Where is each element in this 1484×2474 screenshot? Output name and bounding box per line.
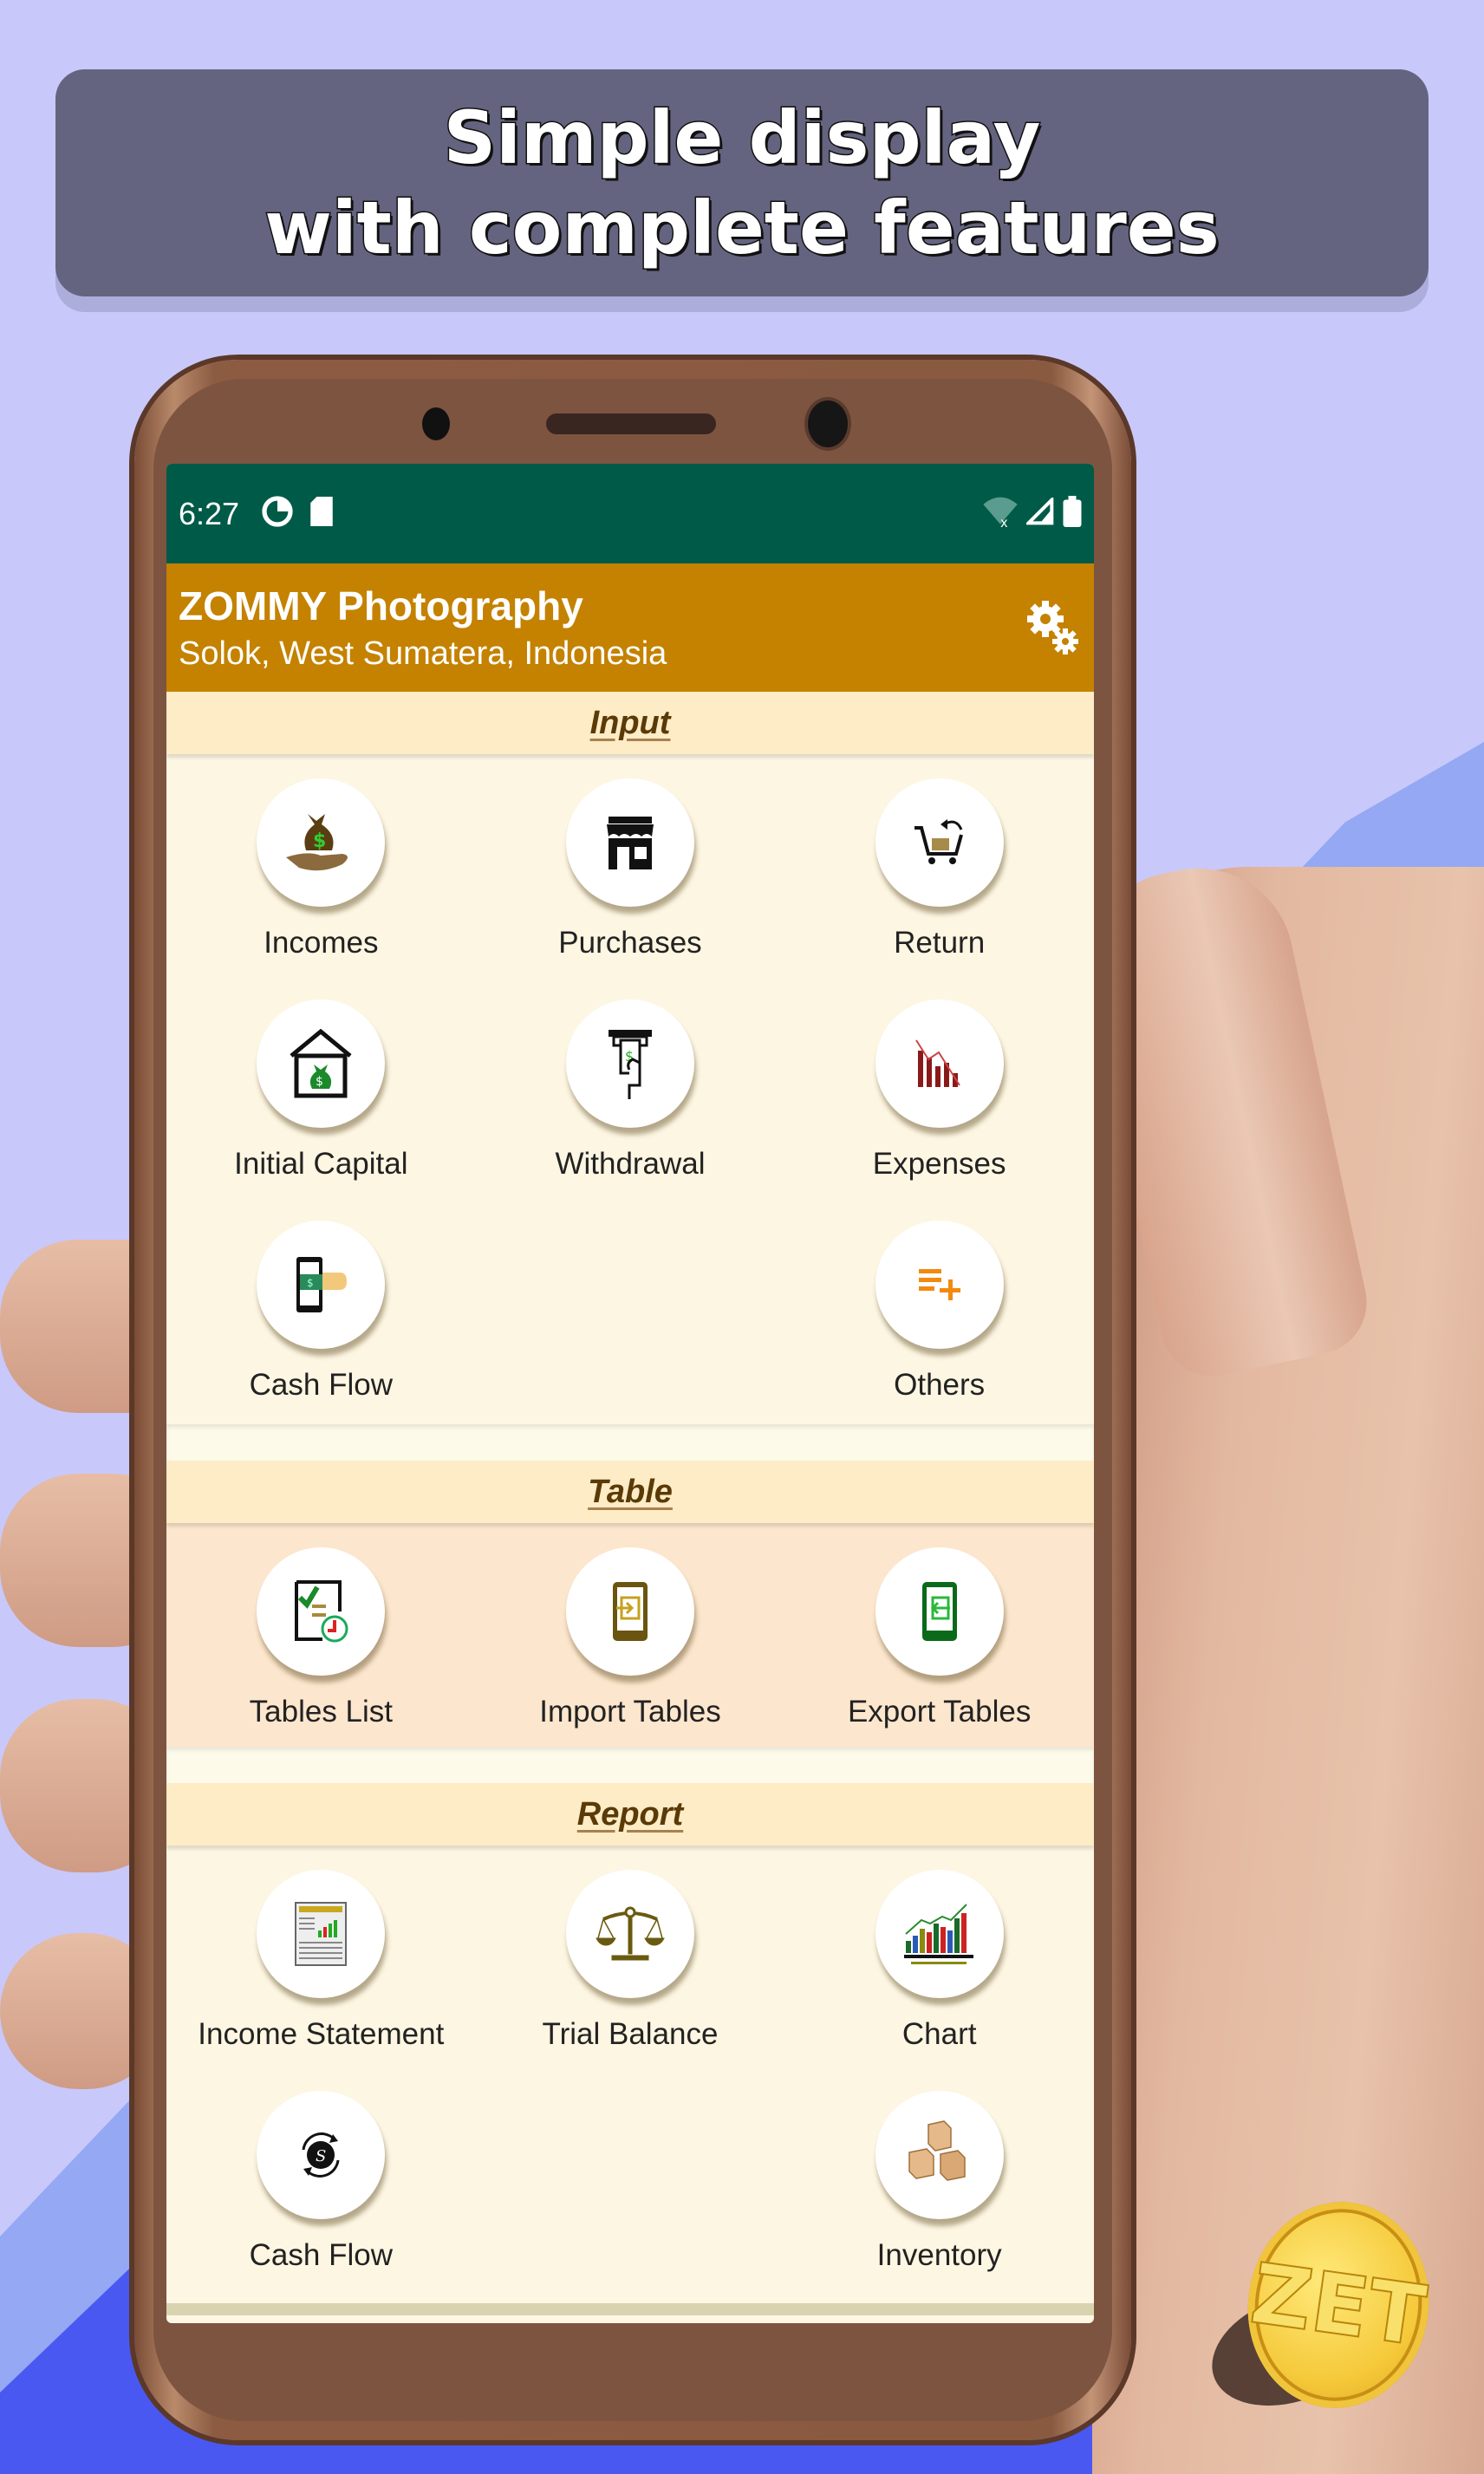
section-title-table: Table	[588, 1473, 673, 1510]
tile-label: Cash Flow	[249, 2238, 393, 2272]
report-document-icon	[257, 1870, 386, 1998]
tile-empty	[476, 2091, 785, 2312]
tile-label: Import Tables	[539, 1695, 721, 1729]
tile-chart[interactable]: Chart	[784, 1870, 1094, 2091]
sd-card-icon	[310, 497, 333, 531]
section-header-table: Table	[166, 1461, 1094, 1523]
tile-label: Inventory	[876, 2238, 1002, 2272]
tile-trial-balance[interactable]: Trial Balance	[476, 1870, 785, 2091]
tile-label: Purchases	[558, 926, 702, 960]
house-money-icon: $	[257, 999, 386, 1128]
table-grid: Tables List Import Tables Export Tables	[166, 1523, 1094, 1747]
app-bar: ZOMMY Photography Solok, West Sumatera, …	[166, 563, 1094, 692]
banner-line-1: Simple display	[442, 94, 1042, 182]
balance-scale-icon	[565, 1870, 694, 1998]
promo-banner: Simple display with complete features	[55, 69, 1429, 296]
tile-label: Incomes	[264, 926, 379, 960]
declining-chart-icon	[875, 999, 1004, 1128]
section-header-report: Report	[166, 1783, 1094, 1846]
wifi-off-icon: x	[983, 496, 1018, 531]
tile-income-statement[interactable]: Income Statement	[166, 1870, 476, 2091]
tile-withdrawal[interactable]: $ Withdrawal	[476, 999, 785, 1221]
tile-label: Tables List	[249, 1695, 394, 1729]
input-grid: $ Incomes Purchases Return $ Initial Cap…	[166, 754, 1094, 1424]
tile-others[interactable]: Others	[784, 1221, 1094, 1442]
svg-text:S: S	[316, 2147, 326, 2165]
front-camera	[808, 400, 848, 447]
phone-export-icon	[875, 1547, 1004, 1676]
earpiece-speaker	[546, 413, 716, 434]
tile-label: Return	[894, 926, 986, 960]
tile-inventory[interactable]: Inventory	[784, 2091, 1094, 2312]
tile-empty	[476, 1221, 785, 1442]
tile-label: Income Statement	[198, 2017, 445, 2051]
checklist-clock-icon	[257, 1547, 386, 1676]
business-location: Solok, West Sumatera, Indonesia	[179, 635, 667, 672]
phone-cash-icon: $	[257, 1221, 386, 1349]
boxes-icon	[875, 2091, 1004, 2219]
tile-export-tables[interactable]: Export Tables	[784, 1547, 1094, 1768]
proximity-sensor	[422, 407, 450, 440]
tile-return[interactable]: Return	[784, 778, 1094, 999]
tile-incomes[interactable]: $ Incomes	[166, 778, 476, 999]
svg-text:$: $	[316, 1075, 323, 1089]
cart-return-icon	[875, 778, 1004, 907]
data-saver-icon	[262, 496, 293, 531]
money-bag-hand-icon: $	[257, 778, 386, 907]
tile-cash-flow-report[interactable]: S Cash Flow	[166, 2091, 476, 2312]
tile-label: Expenses	[872, 1147, 1006, 1181]
battery-icon	[1063, 496, 1082, 531]
svg-text:x: x	[1000, 516, 1008, 527]
tile-expenses[interactable]: Expenses	[784, 999, 1094, 1221]
dollar-cycle-icon: S	[257, 2091, 386, 2219]
section-header-input: Input	[166, 692, 1094, 754]
store-icon	[565, 778, 694, 907]
svg-text:$: $	[313, 830, 326, 852]
status-right-icons: x	[983, 495, 1082, 531]
svg-text:$: $	[307, 1277, 314, 1289]
tile-label: Trial Balance	[542, 2017, 719, 2051]
tile-tables-list[interactable]: Tables List	[166, 1547, 476, 1768]
tile-initial-capital[interactable]: $ Initial Capital	[166, 999, 476, 1221]
coin-logo-text: ZET	[1245, 2244, 1432, 2367]
atm-withdrawal-icon: $	[565, 999, 694, 1128]
business-name: ZOMMY Photography	[179, 583, 583, 628]
report-grid: Income Statement Trial Balance Chart S C…	[166, 1846, 1094, 2303]
status-bar: 6:27 x	[166, 464, 1094, 563]
list-add-icon	[875, 1221, 1004, 1349]
gears-icon[interactable]	[1025, 596, 1080, 657]
tile-label: Withdrawal	[555, 1147, 706, 1181]
tile-label: Cash Flow	[249, 1368, 393, 1402]
tile-purchases[interactable]: Purchases	[476, 778, 785, 999]
tile-label: Chart	[901, 2017, 977, 2051]
bar-chart-icon	[875, 1870, 1004, 1998]
phone-import-icon	[565, 1547, 694, 1676]
section-title-input: Input	[589, 704, 671, 741]
phone-screen: 6:27 x ZOMMY Photography Solok, West Sum…	[166, 464, 1094, 2323]
tile-label: Initial Capital	[234, 1147, 408, 1181]
tile-label: Others	[894, 1368, 986, 1402]
signal-icon	[1024, 495, 1054, 530]
tile-label: Export Tables	[847, 1695, 1032, 1729]
tile-cash-flow-input[interactable]: $ Cash Flow	[166, 1221, 476, 1442]
section-title-report: Report	[576, 1795, 684, 1833]
banner-line-2: with complete features	[264, 185, 1220, 272]
status-time: 6:27	[179, 495, 240, 531]
tile-import-tables[interactable]: Import Tables	[476, 1547, 785, 1768]
